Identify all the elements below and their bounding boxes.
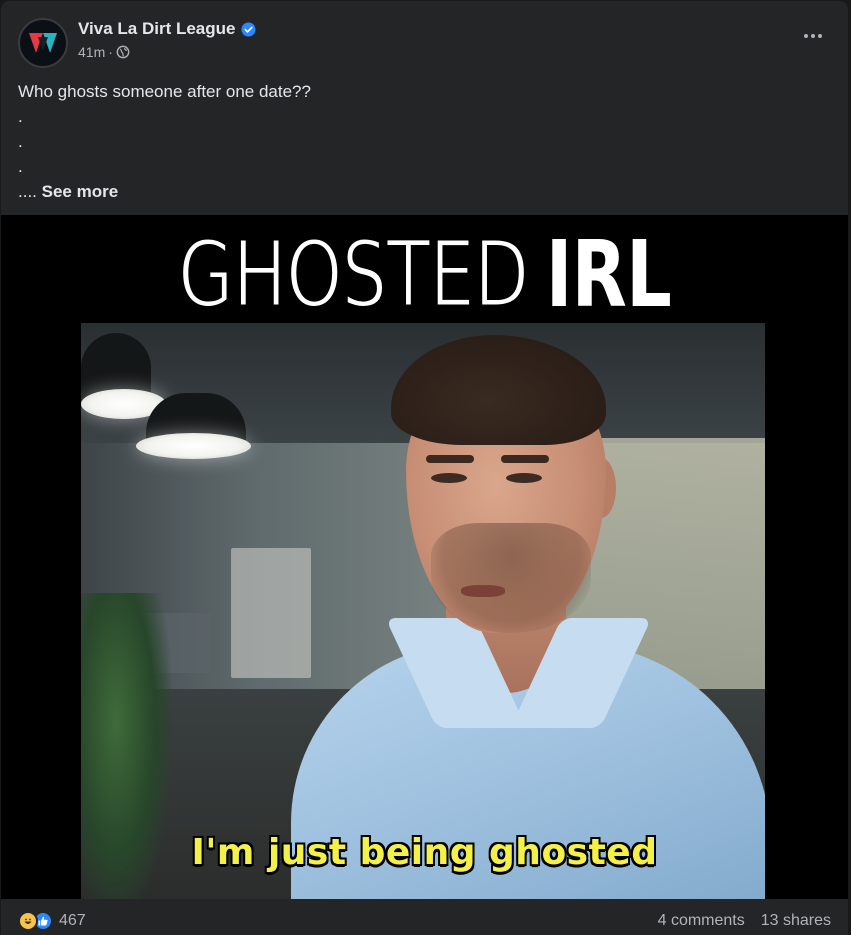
post-text-line: . — [18, 132, 23, 151]
see-more-line: .... See more — [18, 179, 831, 204]
post-footer: 467 4 comments 13 shares — [18, 907, 831, 935]
page-avatar[interactable] — [18, 18, 68, 68]
engagement-counts: 4 comments 13 shares — [658, 912, 831, 930]
post-text-line: Who ghosts someone after one date?? — [18, 82, 311, 101]
post-meta: 41m · — [78, 44, 130, 60]
reactions-summary[interactable]: 467 — [18, 911, 86, 931]
haha-icon — [18, 911, 38, 931]
post-text: Who ghosts someone after one date?? . . … — [18, 79, 831, 204]
ceiling-lamp — [136, 433, 251, 459]
more-horizontal-icon — [804, 34, 808, 38]
video-player[interactable]: GHOSTED IRL I'm just being ghosted — [1, 215, 848, 899]
post-time[interactable]: 41m — [78, 44, 105, 60]
video-frame[interactable] — [81, 323, 765, 899]
post-text-line: . — [18, 157, 23, 176]
page-name[interactable]: Viva La Dirt League — [78, 19, 235, 39]
video-title-main: GHOSTED — [177, 221, 531, 328]
post-text-line: . — [18, 107, 23, 126]
video-title: GHOSTED IRL — [94, 217, 755, 328]
more-options-button[interactable] — [795, 24, 831, 48]
post-card: Viva La Dirt League 41m · Who ghosts som… — [1, 1, 848, 935]
video-title-accent: IRL — [545, 221, 672, 328]
see-more-link[interactable]: See more — [42, 182, 119, 201]
shares-count-link[interactable]: 13 shares — [761, 912, 831, 930]
reaction-count[interactable]: 467 — [59, 912, 86, 930]
video-subtitle: I'm just being ghosted — [191, 832, 658, 873]
meta-separator: · — [108, 44, 113, 60]
vldl-logo-icon — [29, 33, 57, 53]
see-more-prefix: .... — [18, 182, 37, 201]
verified-badge-icon — [241, 21, 256, 37]
globe-icon — [116, 45, 130, 59]
page-name-row: Viva La Dirt League — [78, 19, 256, 39]
comments-count-link[interactable]: 4 comments — [658, 912, 745, 930]
post-header: Viva La Dirt League 41m · — [18, 18, 831, 68]
